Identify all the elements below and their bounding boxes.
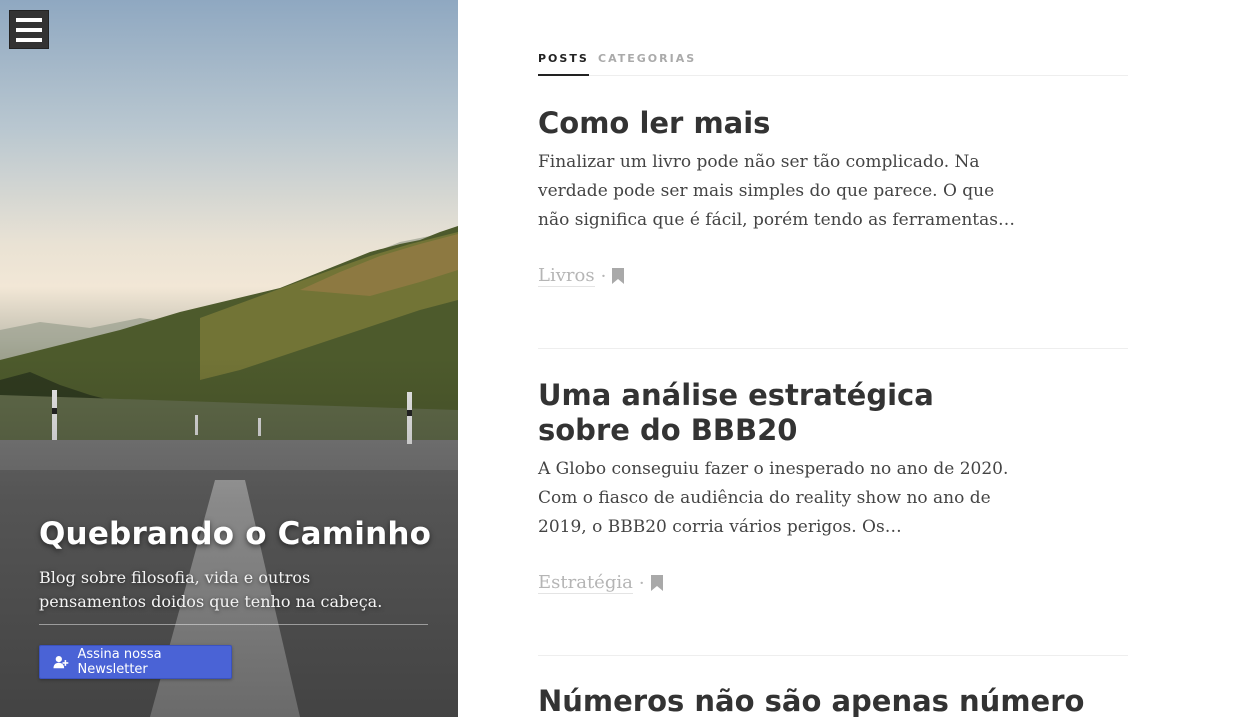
bookmark-icon[interactable] <box>650 575 663 591</box>
newsletter-subscribe-button[interactable]: Assina nossa Newsletter <box>39 645 232 679</box>
post-item: Números não são apenas número <box>538 684 1128 717</box>
post-title[interactable]: Números não são apenas número <box>538 684 1084 717</box>
content-tabs: POSTS CATEGORIAS <box>538 51 1128 76</box>
post-category-link[interactable]: Estratégia <box>538 572 633 594</box>
post-category-link[interactable]: Livros <box>538 265 595 287</box>
meta-separator: · <box>600 265 607 287</box>
post-meta: Livros · <box>538 265 1128 287</box>
post-divider <box>538 655 1128 656</box>
hamburger-icon-bar <box>16 18 42 22</box>
site-description: Blog sobre filosofia, vida e outros pens… <box>39 568 383 611</box>
post-meta: Estratégia · <box>538 572 1128 594</box>
hamburger-icon-bar <box>16 38 42 42</box>
bookmark-icon[interactable] <box>612 268 625 284</box>
newsletter-button-label: Assina nossa Newsletter <box>77 647 162 677</box>
tab-posts[interactable]: POSTS <box>538 51 589 76</box>
site-title[interactable]: Quebrando o Caminho <box>39 516 431 552</box>
post-item: Como ler mais Finalizar um livro pode nã… <box>538 106 1128 287</box>
hamburger-menu-button[interactable] <box>9 10 49 49</box>
post-excerpt: Finalizar um livro pode não ser tão comp… <box>538 152 1015 230</box>
sidebar-divider <box>39 624 428 625</box>
hamburger-icon-bar <box>16 28 42 32</box>
tab-categorias[interactable]: CATEGORIAS <box>598 51 696 76</box>
sidebar-hero: Quebrando o Caminho Blog sobre filosofia… <box>0 0 458 717</box>
post-title[interactable]: Uma análise estratégica sobre do BBB20 <box>538 378 1018 448</box>
post-excerpt: A Globo conseguiu fazer o inesperado no … <box>538 459 1009 537</box>
user-plus-icon <box>53 655 69 669</box>
post-divider <box>538 348 1128 349</box>
meta-separator: · <box>638 572 645 594</box>
post-item: Uma análise estratégica sobre do BBB20 A… <box>538 378 1128 594</box>
post-title[interactable]: Como ler mais <box>538 106 1018 141</box>
